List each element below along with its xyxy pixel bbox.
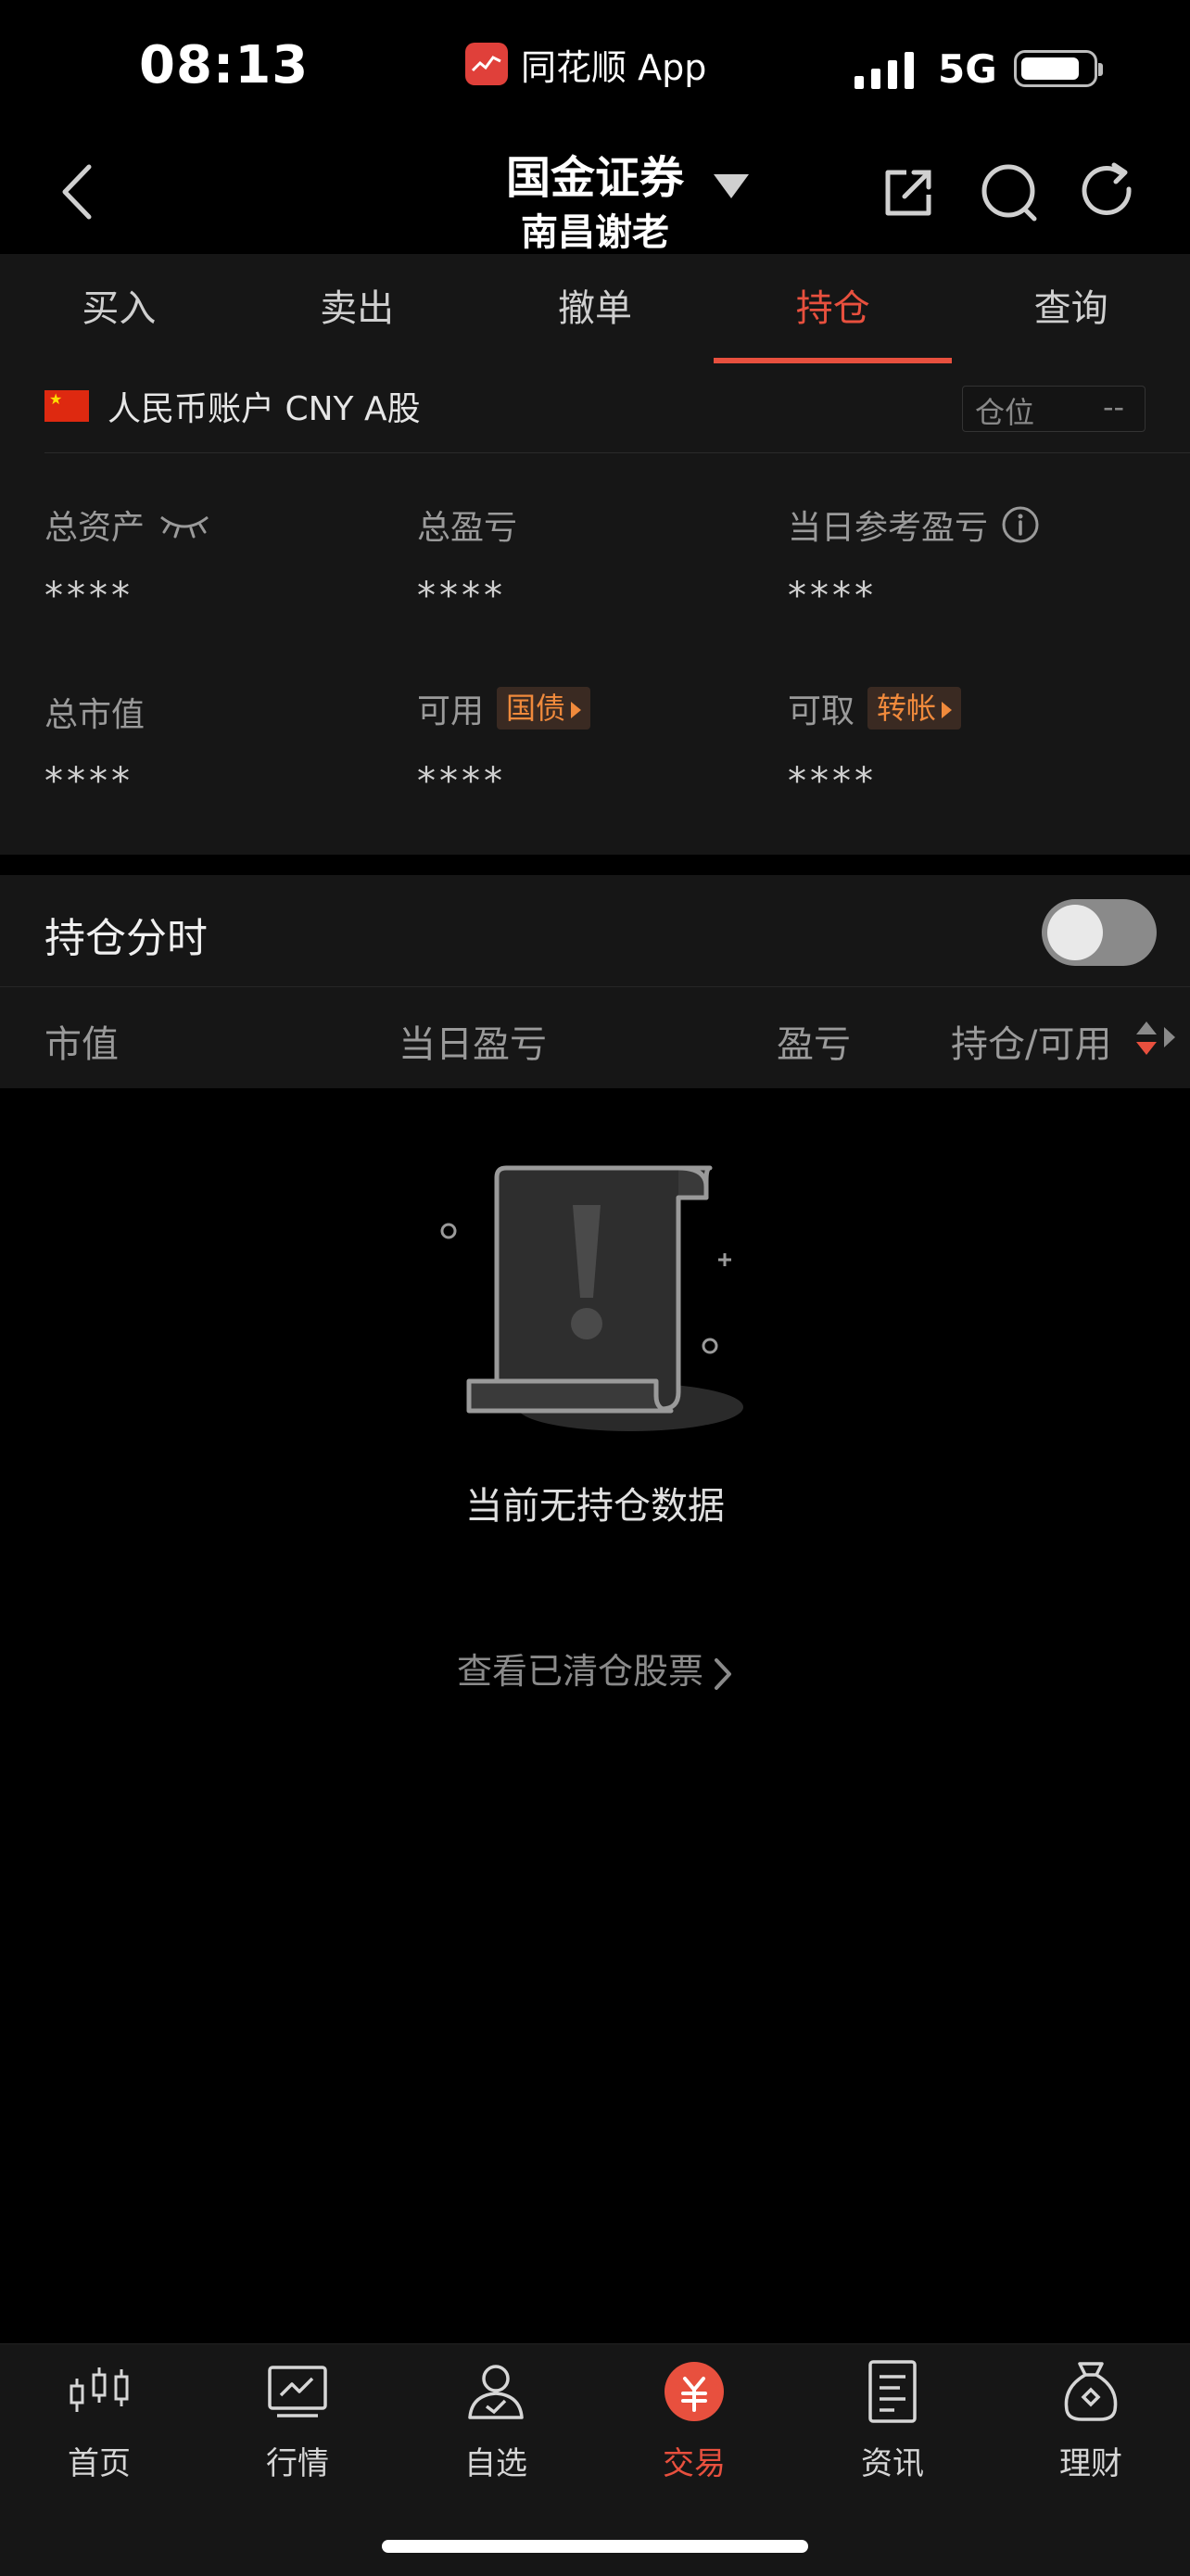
total-assets-label-group: 总资产 xyxy=(44,501,211,549)
nav-wealth[interactable]: 理财 xyxy=(992,2358,1190,2483)
total-pnl-value: **** xyxy=(417,575,506,617)
user-icon xyxy=(468,2365,524,2419)
status-app-indicator[interactable]: 同花顺 App xyxy=(465,39,706,89)
nav-market-label: 行情 xyxy=(266,2445,329,2482)
app-logo-icon xyxy=(465,43,508,85)
transfer-label: 转帐 xyxy=(877,691,937,726)
total-assets-value: **** xyxy=(44,575,133,617)
position-value: -- xyxy=(1103,389,1125,425)
refresh-icon[interactable] xyxy=(1077,161,1138,222)
column-position-available[interactable]: 持仓/可用 xyxy=(951,1014,1111,1068)
tab-cancel-order[interactable]: 撤单 xyxy=(476,254,715,363)
position-label: 仓位 xyxy=(975,395,1035,430)
home-indicator[interactable] xyxy=(382,2540,808,2553)
empty-state-message: 当前无持仓数据 xyxy=(465,1485,725,1528)
nav-market[interactable]: 行情 xyxy=(198,2358,397,2483)
total-assets-label: 总资产 xyxy=(44,509,146,547)
china-flag-icon: ★ xyxy=(44,390,89,422)
daily-pnl-value: **** xyxy=(788,575,877,617)
column-pnl[interactable]: 盈亏 xyxy=(777,1014,851,1068)
trade-tab-bar: 买入 卖出 撤单 持仓 查询 xyxy=(0,254,1190,364)
nav-watchlist-label: 自选 xyxy=(464,2445,527,2482)
chevron-right-icon xyxy=(715,1657,731,1690)
available-label-group: 可用 国债 xyxy=(417,684,591,732)
withdrawable-label-group: 可取 转帐 xyxy=(788,684,962,732)
account-selector[interactable]: ★ 人民币账户 CNY A股 xyxy=(44,382,421,430)
daily-pnl-label: 当日参考盈亏 xyxy=(788,509,989,547)
available-value: **** xyxy=(417,760,506,803)
account-summary-panel xyxy=(0,363,1190,855)
transfer-badge[interactable]: 转帐 xyxy=(867,687,962,730)
network-type: 5G xyxy=(938,46,997,92)
info-icon[interactable] xyxy=(1001,505,1040,544)
cleared-stocks-label: 查看已清仓股票 xyxy=(456,1651,703,1692)
nav-home-label: 首页 xyxy=(68,2445,131,2482)
market-value-value: **** xyxy=(44,760,133,803)
yuan-icon xyxy=(665,2362,724,2421)
sort-icon[interactable] xyxy=(1134,1020,1158,1057)
nav-home[interactable]: 首页 xyxy=(0,2358,198,2483)
status-app-name: 同花顺 App xyxy=(521,46,707,88)
nav-trade[interactable]: 交易 xyxy=(595,2358,793,2483)
status-time: 08:13 xyxy=(139,35,310,95)
eye-closed-icon[interactable] xyxy=(158,508,211,541)
chevron-right-icon[interactable] xyxy=(1162,1025,1177,1049)
nav-news[interactable]: 资讯 xyxy=(793,2358,992,2483)
section-gap xyxy=(0,855,1190,875)
triangle-right-icon xyxy=(942,702,953,718)
account-label: 人民币账户 CNY A股 xyxy=(108,390,421,428)
total-pnl-label: 总盈亏 xyxy=(417,509,518,547)
nav-news-label: 资讯 xyxy=(861,2445,924,2482)
divider xyxy=(0,986,1190,987)
available-label: 可用 xyxy=(417,692,485,730)
tab-query[interactable]: 查询 xyxy=(952,254,1190,363)
daily-pnl-label-group: 当日参考盈亏 xyxy=(788,501,1040,549)
document-icon xyxy=(868,2360,917,2423)
nav-trade-label: 交易 xyxy=(663,2445,726,2482)
column-market-value[interactable]: 市值 xyxy=(44,1014,119,1068)
tab-buy[interactable]: 买入 xyxy=(0,254,238,363)
market-value-label: 总市值 xyxy=(44,696,146,734)
signal-strength-icon xyxy=(855,52,914,89)
money-bag-icon xyxy=(1064,2362,1118,2421)
nav-watchlist[interactable]: 自选 xyxy=(397,2358,595,2483)
withdrawable-value: **** xyxy=(788,760,877,803)
share-icon[interactable] xyxy=(879,163,938,222)
tab-holdings[interactable]: 持仓 xyxy=(714,254,952,363)
empty-document-icon xyxy=(440,1165,743,1431)
triangle-down-icon[interactable] xyxy=(712,171,751,202)
withdrawable-label: 可取 xyxy=(788,692,855,730)
battery-icon xyxy=(1014,50,1103,87)
triangle-right-icon xyxy=(571,702,582,718)
treasury-bond-label: 国债 xyxy=(506,691,566,726)
search-icon[interactable] xyxy=(979,161,1042,224)
holdings-timeline-title: 持仓分时 xyxy=(44,915,208,962)
column-daily-pnl[interactable]: 当日盈亏 xyxy=(399,1014,547,1068)
tab-sell[interactable]: 卖出 xyxy=(238,254,476,363)
cleared-stocks-link[interactable]: 查看已清仓股票 xyxy=(0,1643,1190,1694)
chart-icon xyxy=(268,2366,327,2417)
treasury-bond-badge[interactable]: 国债 xyxy=(497,687,591,730)
divider xyxy=(44,452,1190,453)
holdings-timeline-toggle[interactable] xyxy=(1042,899,1157,966)
nav-wealth-label: 理财 xyxy=(1059,2445,1122,2482)
toggle-knob xyxy=(1047,905,1103,960)
candlestick-icon xyxy=(70,2367,129,2412)
